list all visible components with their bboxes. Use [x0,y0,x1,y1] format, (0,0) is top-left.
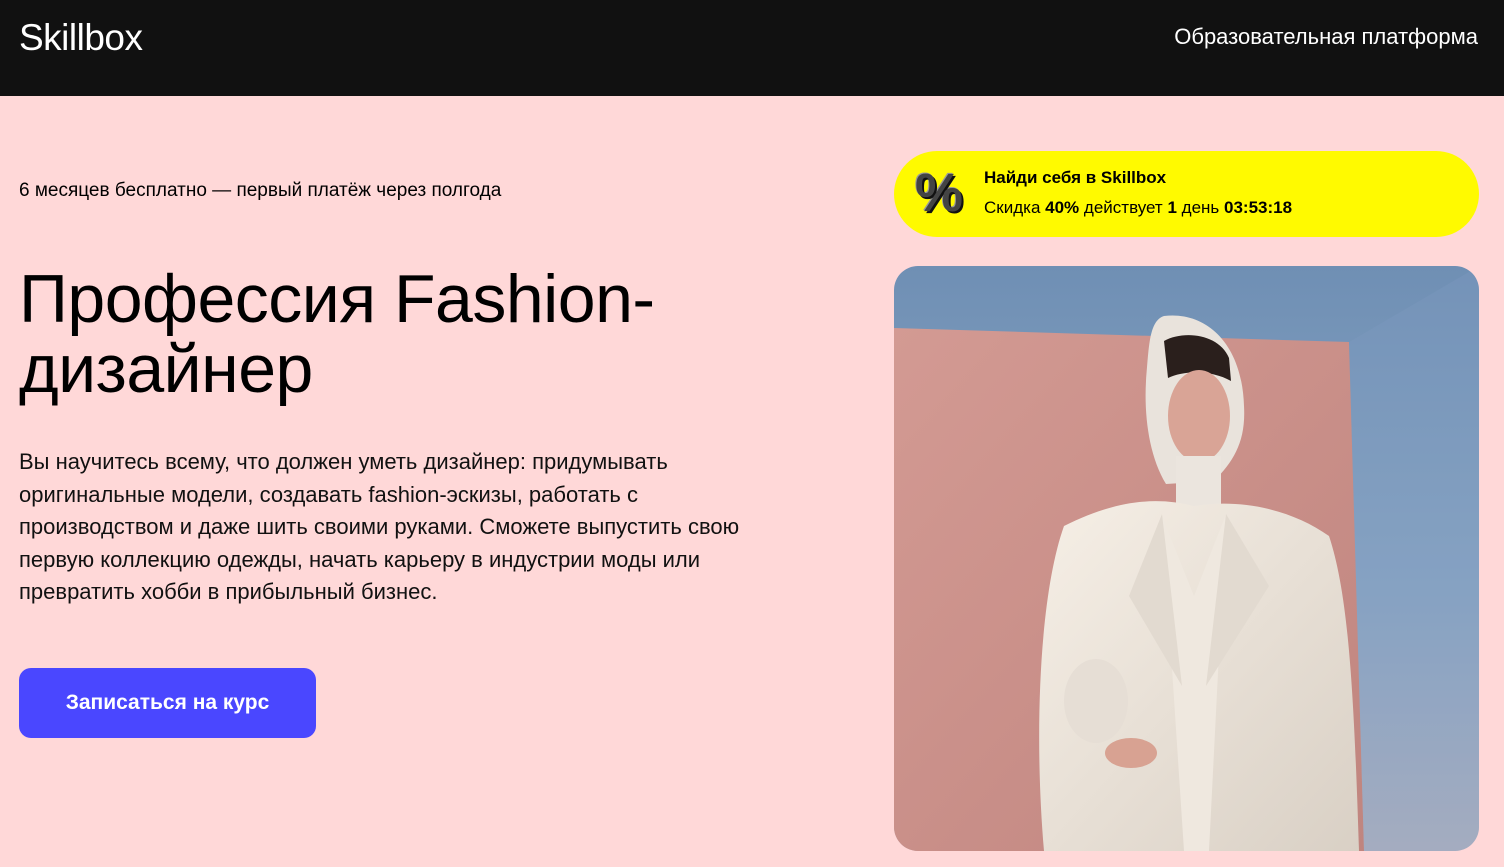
fashion-model-illustration [894,266,1479,851]
site-header: Skillbox Образовательная платформа [0,0,1504,96]
course-description: Вы научитесь всему, что должен уметь диз… [19,449,740,604]
percent-icon: % [914,163,963,223]
discount-percent: 40% [1045,198,1080,217]
discount-days: 1 [1167,198,1177,217]
face [1168,370,1230,462]
discount-countdown: 03:53:18 [1224,198,1293,217]
hand [1105,738,1157,768]
sculpture-head [1064,659,1128,743]
enroll-button[interactable]: Записаться на курс [19,668,316,738]
discount-banner[interactable]: % Найди себя в Skillbox Скидка 40% дейст… [894,151,1479,237]
platform-link[interactable]: Образовательная платформа [1174,22,1478,52]
discount-days-label: день [1181,198,1220,217]
discount-prefix: Скидка [984,198,1041,217]
skillbox-logo[interactable]: Skillbox [19,16,143,60]
promo-line: 6 месяцев бесплатно — первый платёж чере… [19,180,502,201]
fashion-model-image [894,266,1479,851]
page-title: Профессия Fashion-дизайнер [19,261,655,407]
sky-right [1349,266,1479,851]
discount-title: Найди себя в Skillbox [984,168,1167,187]
discount-middle: действует [1083,198,1163,217]
discount-timer-text: Скидка 40% действует 1 день 03:53:18 [984,196,1292,220]
hero-section: 6 месяцев бесплатно — первый платёж чере… [0,96,1504,867]
